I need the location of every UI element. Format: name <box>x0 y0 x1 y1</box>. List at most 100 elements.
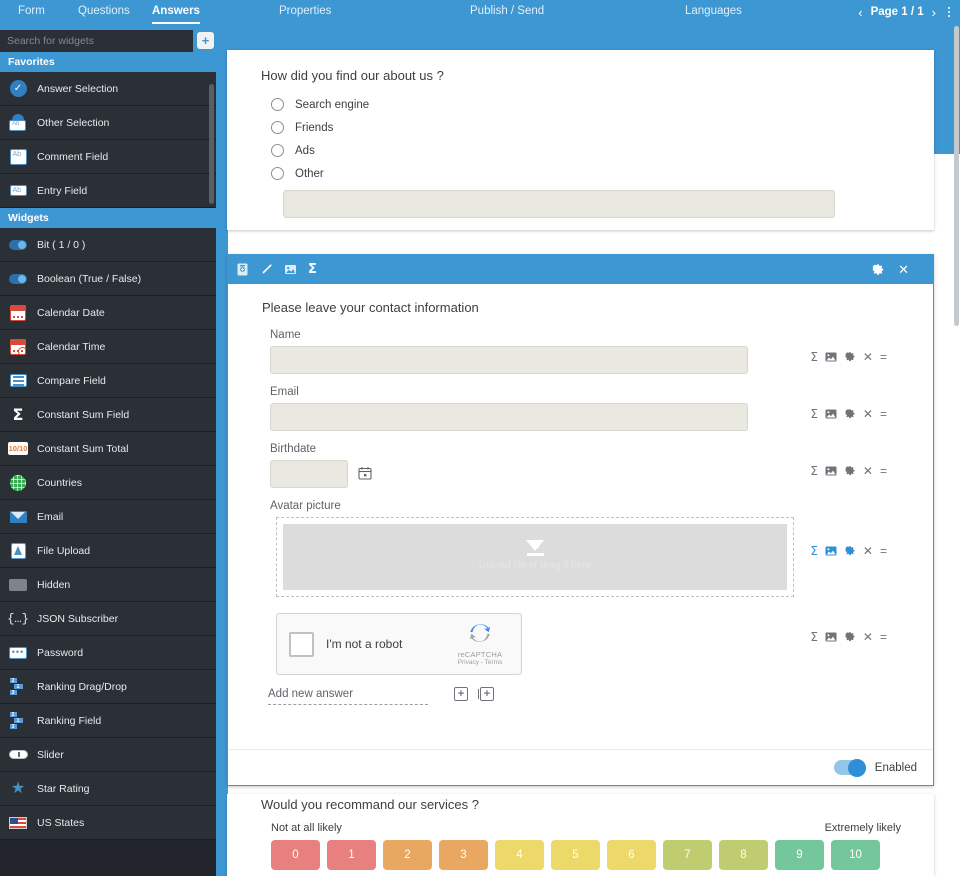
add-new-answer-label[interactable]: Add new answer <box>268 688 428 705</box>
close-icon[interactable]: ✕ <box>863 408 873 420</box>
sigma-icon[interactable]: Σ <box>810 465 818 477</box>
sidebar-item-slider[interactable]: Slider <box>0 738 216 772</box>
drag-handle-icon[interactable]: = <box>880 408 887 420</box>
sidebar-item-compare-field[interactable]: Compare Field <box>0 364 216 398</box>
close-icon[interactable]: ✕ <box>863 465 873 477</box>
image-icon[interactable] <box>825 408 837 420</box>
sidebar-item-comment-field[interactable]: AbComment Field <box>0 140 216 174</box>
close-icon[interactable]: ✕ <box>863 631 873 643</box>
sidebar-item-us-states[interactable]: US States <box>0 806 216 840</box>
sidebar-item-star-rating[interactable]: ★Star Rating <box>0 772 216 806</box>
radio-option-other[interactable]: Other <box>271 162 912 185</box>
gear-icon[interactable] <box>844 408 856 420</box>
gear-icon[interactable] <box>844 545 856 557</box>
sigma-icon[interactable]: Σ <box>810 545 818 557</box>
email-input[interactable] <box>270 403 748 431</box>
nps-button-10[interactable]: 10 <box>831 840 880 870</box>
name-input[interactable] <box>270 346 748 374</box>
enabled-toggle[interactable] <box>834 760 866 775</box>
radio-option-ads[interactable]: Ads <box>271 139 912 162</box>
search-input[interactable] <box>0 30 193 52</box>
nps-button-1[interactable]: 1 <box>327 840 376 870</box>
drag-handle-icon[interactable]: = <box>880 631 887 643</box>
edit-icon[interactable] <box>260 263 273 276</box>
tab-form[interactable]: Form <box>18 0 45 24</box>
nps-button-0[interactable]: 0 <box>271 840 320 870</box>
add-answer-group-icon[interactable]: + <box>480 687 494 701</box>
sidebar-item-answer-selection[interactable]: ✓Answer Selection <box>0 72 216 106</box>
more-options-icon[interactable] <box>944 7 954 17</box>
radio-button[interactable] <box>271 144 284 157</box>
contact-information-card[interactable]: Σ ✕ Please leave your contact informatio… <box>227 254 934 786</box>
sidebar-item-calendar-time[interactable]: Calendar Time <box>0 330 216 364</box>
tab-questions[interactable]: Questions <box>78 0 130 24</box>
tab-languages[interactable]: Languages <box>685 0 742 24</box>
drag-handle-icon[interactable]: = <box>880 545 887 557</box>
radio-option-friends[interactable]: Friends <box>271 116 912 139</box>
nps-button-3[interactable]: 3 <box>439 840 488 870</box>
nps-button-9[interactable]: 9 <box>775 840 824 870</box>
close-icon[interactable]: ✕ <box>898 263 909 276</box>
sidebar-item-boolean-true-false[interactable]: Boolean (True / False) <box>0 262 216 296</box>
sidebar-item-password[interactable]: •••Password <box>0 636 216 670</box>
add-widget-button[interactable]: + <box>197 32 214 49</box>
add-answer-icon[interactable]: + <box>454 687 468 701</box>
nps-button-7[interactable]: 7 <box>663 840 712 870</box>
sidebar-item-ranking-field[interactable]: 213Ranking Field <box>0 704 216 738</box>
radio-option-search-engine[interactable]: Search engine <box>271 93 912 116</box>
image-icon[interactable] <box>825 351 837 363</box>
sigma-icon[interactable]: Σ <box>810 351 818 363</box>
tab-answers[interactable]: Answers <box>152 0 200 24</box>
radio-button[interactable] <box>271 167 284 180</box>
birthdate-input[interactable] <box>270 460 348 488</box>
sidebar-item-hidden[interactable]: Hidden <box>0 568 216 602</box>
close-icon[interactable]: ✕ <box>863 351 873 363</box>
other-text-input[interactable] <box>283 190 835 218</box>
sidebar-item-ranking-drag-drop[interactable]: 213Ranking Drag/Drop <box>0 670 216 704</box>
sidebar-scrollbar-thumb[interactable] <box>209 84 214 204</box>
sidebar-item-email[interactable]: Email <box>0 500 216 534</box>
close-icon[interactable]: ✕ <box>863 545 873 557</box>
tab-properties[interactable]: Properties <box>279 0 331 24</box>
sidebar-item-other-selection[interactable]: AbOther Selection <box>0 106 216 140</box>
sigma-icon[interactable]: Σ <box>810 408 818 420</box>
image-icon[interactable] <box>825 631 837 643</box>
gear-icon[interactable] <box>844 465 856 477</box>
sidebar-item-json-subscriber[interactable]: {…}JSON Subscriber <box>0 602 216 636</box>
nps-button-6[interactable]: 6 <box>607 840 656 870</box>
gear-icon[interactable] <box>844 631 856 643</box>
sidebar-item-constant-sum-total[interactable]: 10/10Constant Sum Total <box>0 432 216 466</box>
prev-page-icon[interactable]: ‹ <box>858 6 862 19</box>
recaptcha-checkbox[interactable] <box>289 632 314 657</box>
tab-publish-send[interactable]: Publish / Send <box>470 0 544 24</box>
next-page-icon[interactable]: › <box>932 6 936 19</box>
radio-button[interactable] <box>271 98 284 111</box>
add-field-icon[interactable] <box>236 263 249 276</box>
sigma-icon[interactable]: Σ <box>308 263 317 276</box>
image-icon[interactable] <box>825 545 837 557</box>
sidebar-item-file-upload[interactable]: File Upload <box>0 534 216 568</box>
sigma-icon[interactable]: Σ <box>810 631 818 643</box>
sidebar-item-calendar-date[interactable]: Calendar Date <box>0 296 216 330</box>
radio-button[interactable] <box>271 121 284 134</box>
drag-handle-icon[interactable]: = <box>880 465 887 477</box>
question-card-how-did-you-find-us[interactable]: How did you find our about us ? Search e… <box>227 50 934 230</box>
sidebar-item-entry-field[interactable]: AbEntry Field <box>0 174 216 208</box>
nps-button-2[interactable]: 2 <box>383 840 432 870</box>
sidebar-item-countries[interactable]: Countries <box>0 466 216 500</box>
widget-list[interactable]: Favorites✓Answer SelectionAbOther Select… <box>0 52 216 876</box>
nps-button-8[interactable]: 8 <box>719 840 768 870</box>
gear-icon[interactable] <box>871 263 885 277</box>
nps-button-5[interactable]: 5 <box>551 840 600 870</box>
page-scrollbar-thumb[interactable] <box>954 26 959 326</box>
recaptcha-widget[interactable]: I'm not a robot reCAPTCHA Privacy - Term… <box>276 613 522 675</box>
drag-handle-icon[interactable]: = <box>880 351 887 363</box>
avatar-dropzone[interactable]: Upload file or drag it here <box>276 517 794 597</box>
nps-button-4[interactable]: 4 <box>495 840 544 870</box>
sidebar-item-bit-1-0[interactable]: Bit ( 1 / 0 ) <box>0 228 216 262</box>
calendar-icon[interactable] <box>358 466 372 482</box>
image-icon[interactable] <box>284 263 297 276</box>
sidebar-item-constant-sum-field[interactable]: ΣConstant Sum Field <box>0 398 216 432</box>
page-scrollbar[interactable] <box>953 24 960 876</box>
gear-icon[interactable] <box>844 351 856 363</box>
